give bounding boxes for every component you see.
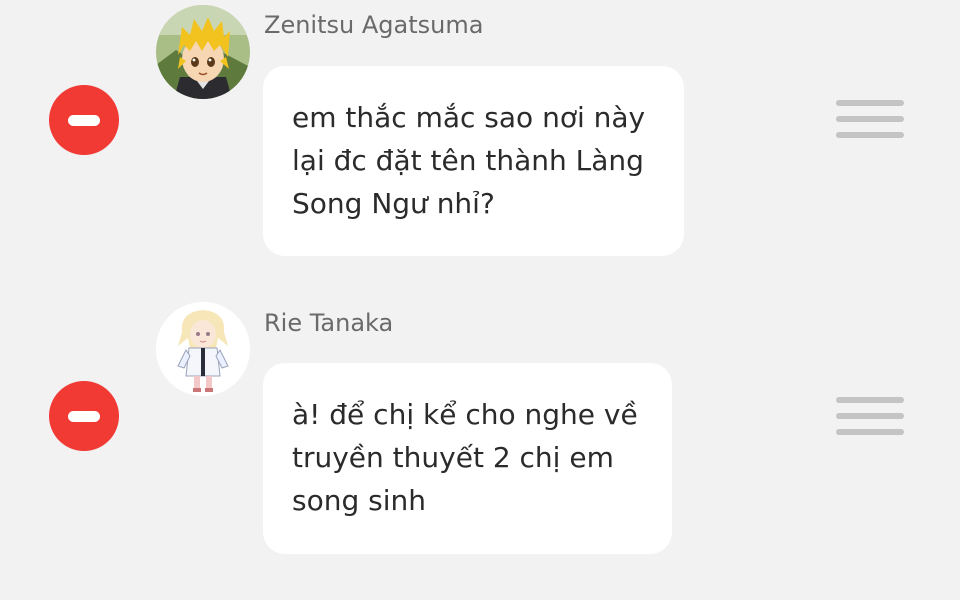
avatar-zenitsu[interactable] <box>156 5 250 99</box>
drag-handle-icon[interactable] <box>836 397 904 435</box>
avatar-rie[interactable] <box>156 302 250 396</box>
delete-message-button[interactable] <box>49 85 119 155</box>
drag-handle-icon[interactable] <box>836 100 904 138</box>
sender-name: Rie Tanaka <box>264 309 394 337</box>
drag-handle-bar <box>836 100 904 106</box>
message-bubble[interactable]: em thắc mắc sao nơi này lại đc đặt tên t… <box>263 66 684 256</box>
message-row: Zenitsu Agatsuma em thắc mắc sao nơi này… <box>0 0 960 290</box>
rie-avatar-icon <box>156 302 250 396</box>
drag-handle-bar <box>836 429 904 435</box>
message-row: Rie Tanaka à! để chị kể cho nghe về truy… <box>0 290 960 600</box>
minus-circle-icon <box>68 410 100 422</box>
delete-message-button[interactable] <box>49 381 119 451</box>
minus-circle-icon <box>68 114 100 126</box>
drag-handle-bar <box>836 132 904 138</box>
drag-handle-bar <box>836 413 904 419</box>
drag-handle-bar <box>836 116 904 122</box>
sender-name: Zenitsu Agatsuma <box>264 11 484 39</box>
message-bubble[interactable]: à! để chị kể cho nghe về truyền thuyết 2… <box>263 363 672 554</box>
message-text: à! để chị kể cho nghe về truyền thuyết 2… <box>292 398 638 517</box>
drag-handle-bar <box>836 397 904 403</box>
zenitsu-avatar-icon <box>156 5 250 99</box>
message-text: em thắc mắc sao nơi này lại đc đặt tên t… <box>292 101 646 220</box>
